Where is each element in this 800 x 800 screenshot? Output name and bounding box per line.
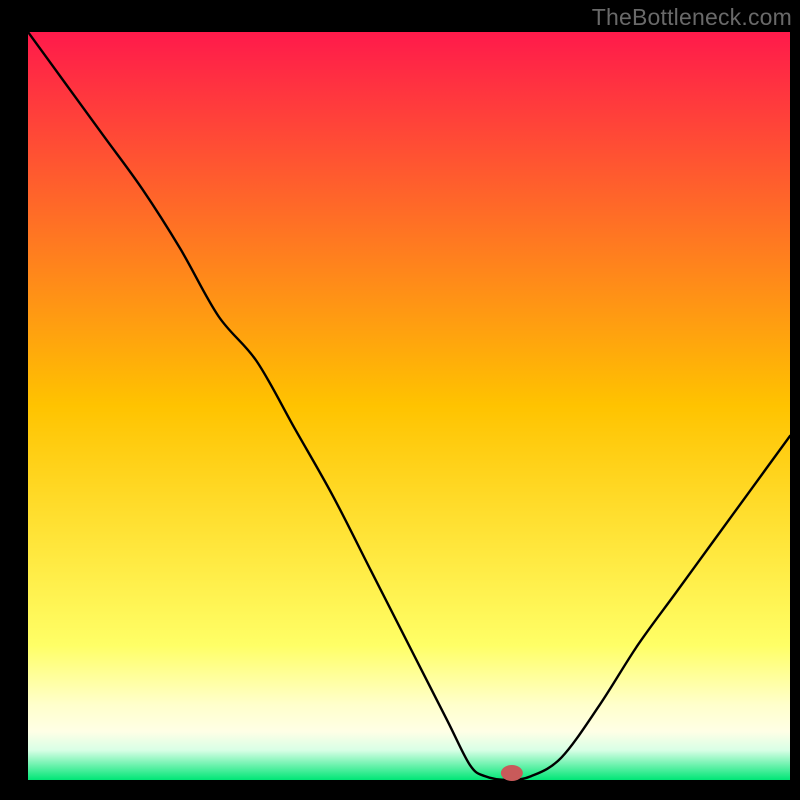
watermark-text: TheBottleneck.com bbox=[592, 4, 792, 31]
optimum-marker bbox=[501, 765, 523, 781]
plot-background bbox=[28, 32, 790, 780]
chart-stage: TheBottleneck.com bbox=[0, 0, 800, 800]
bottleneck-chart bbox=[0, 0, 800, 800]
